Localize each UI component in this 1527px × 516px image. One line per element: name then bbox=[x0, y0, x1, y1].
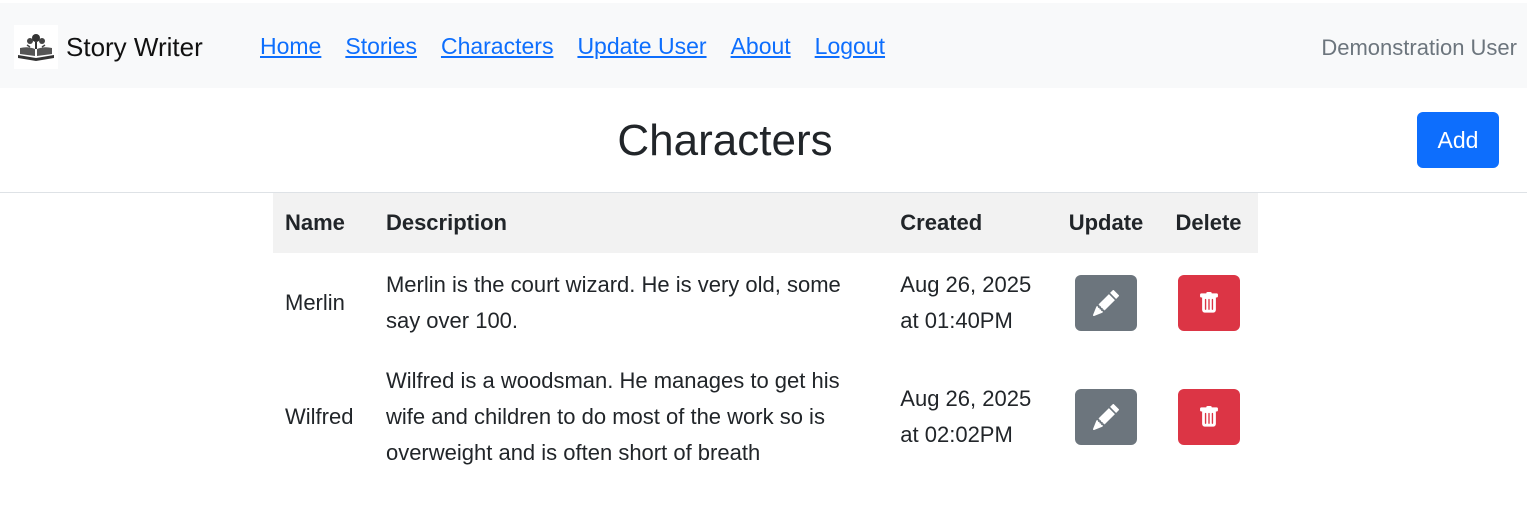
trash-icon bbox=[1199, 292, 1218, 313]
trash-icon bbox=[1199, 406, 1218, 427]
characters-table-container: Name Description Created Update Delete M… bbox=[273, 193, 1258, 481]
delete-button[interactable] bbox=[1177, 275, 1240, 331]
page-header: Characters Add bbox=[0, 88, 1527, 193]
navbar: Story Writer Home Stories Characters Upd… bbox=[0, 3, 1527, 88]
nav-link-characters[interactable]: Characters bbox=[441, 33, 553, 60]
table-row: Merlin Merlin is the court wizard. He is… bbox=[273, 253, 1258, 353]
character-created: Aug 26, 2025 at 01:40PM bbox=[900, 272, 1032, 333]
nav-link-about[interactable]: About bbox=[731, 33, 791, 60]
delete-cell bbox=[1159, 253, 1258, 353]
header-description: Description bbox=[385, 210, 507, 235]
delete-cell bbox=[1159, 353, 1258, 481]
pencil-icon bbox=[1093, 290, 1120, 316]
delete-button[interactable] bbox=[1177, 389, 1240, 445]
nav-link-logout[interactable]: Logout bbox=[815, 33, 885, 60]
current-user-name: Demonstration User bbox=[1321, 35, 1517, 60]
update-cell bbox=[1053, 253, 1159, 353]
update-button[interactable] bbox=[1075, 275, 1138, 331]
pencil-icon bbox=[1093, 404, 1120, 430]
nav-link-update-user[interactable]: Update User bbox=[577, 33, 706, 60]
header-update: Update bbox=[1068, 210, 1144, 235]
table-header-row: Name Description Created Update Delete bbox=[273, 193, 1258, 253]
header-name: Name bbox=[285, 210, 345, 235]
update-button[interactable] bbox=[1075, 389, 1138, 445]
update-cell bbox=[1053, 353, 1159, 481]
table-row: Wilfred Wilfred is a woodsman. He manage… bbox=[273, 353, 1258, 481]
open-book-icon bbox=[14, 25, 58, 69]
page-title: Characters bbox=[617, 116, 833, 165]
character-name: Merlin bbox=[285, 290, 345, 315]
characters-table: Name Description Created Update Delete M… bbox=[273, 193, 1258, 481]
character-created: Aug 26, 2025 at 02:02PM bbox=[900, 386, 1032, 447]
header-created: Created bbox=[900, 210, 983, 235]
character-description: Wilfred is a woodsman. He manages to get… bbox=[385, 368, 840, 465]
nav-link-home[interactable]: Home bbox=[260, 33, 321, 60]
add-character-button[interactable]: Add bbox=[1417, 112, 1499, 168]
brand[interactable]: Story Writer bbox=[14, 25, 203, 69]
header-delete: Delete bbox=[1175, 210, 1242, 235]
brand-name: Story Writer bbox=[66, 31, 203, 62]
character-description: Merlin is the court wizard. He is very o… bbox=[385, 272, 841, 333]
character-name: Wilfred bbox=[285, 404, 354, 429]
nav-link-stories[interactable]: Stories bbox=[345, 33, 417, 60]
nav-links: Home Stories Characters Update User Abou… bbox=[260, 33, 885, 60]
